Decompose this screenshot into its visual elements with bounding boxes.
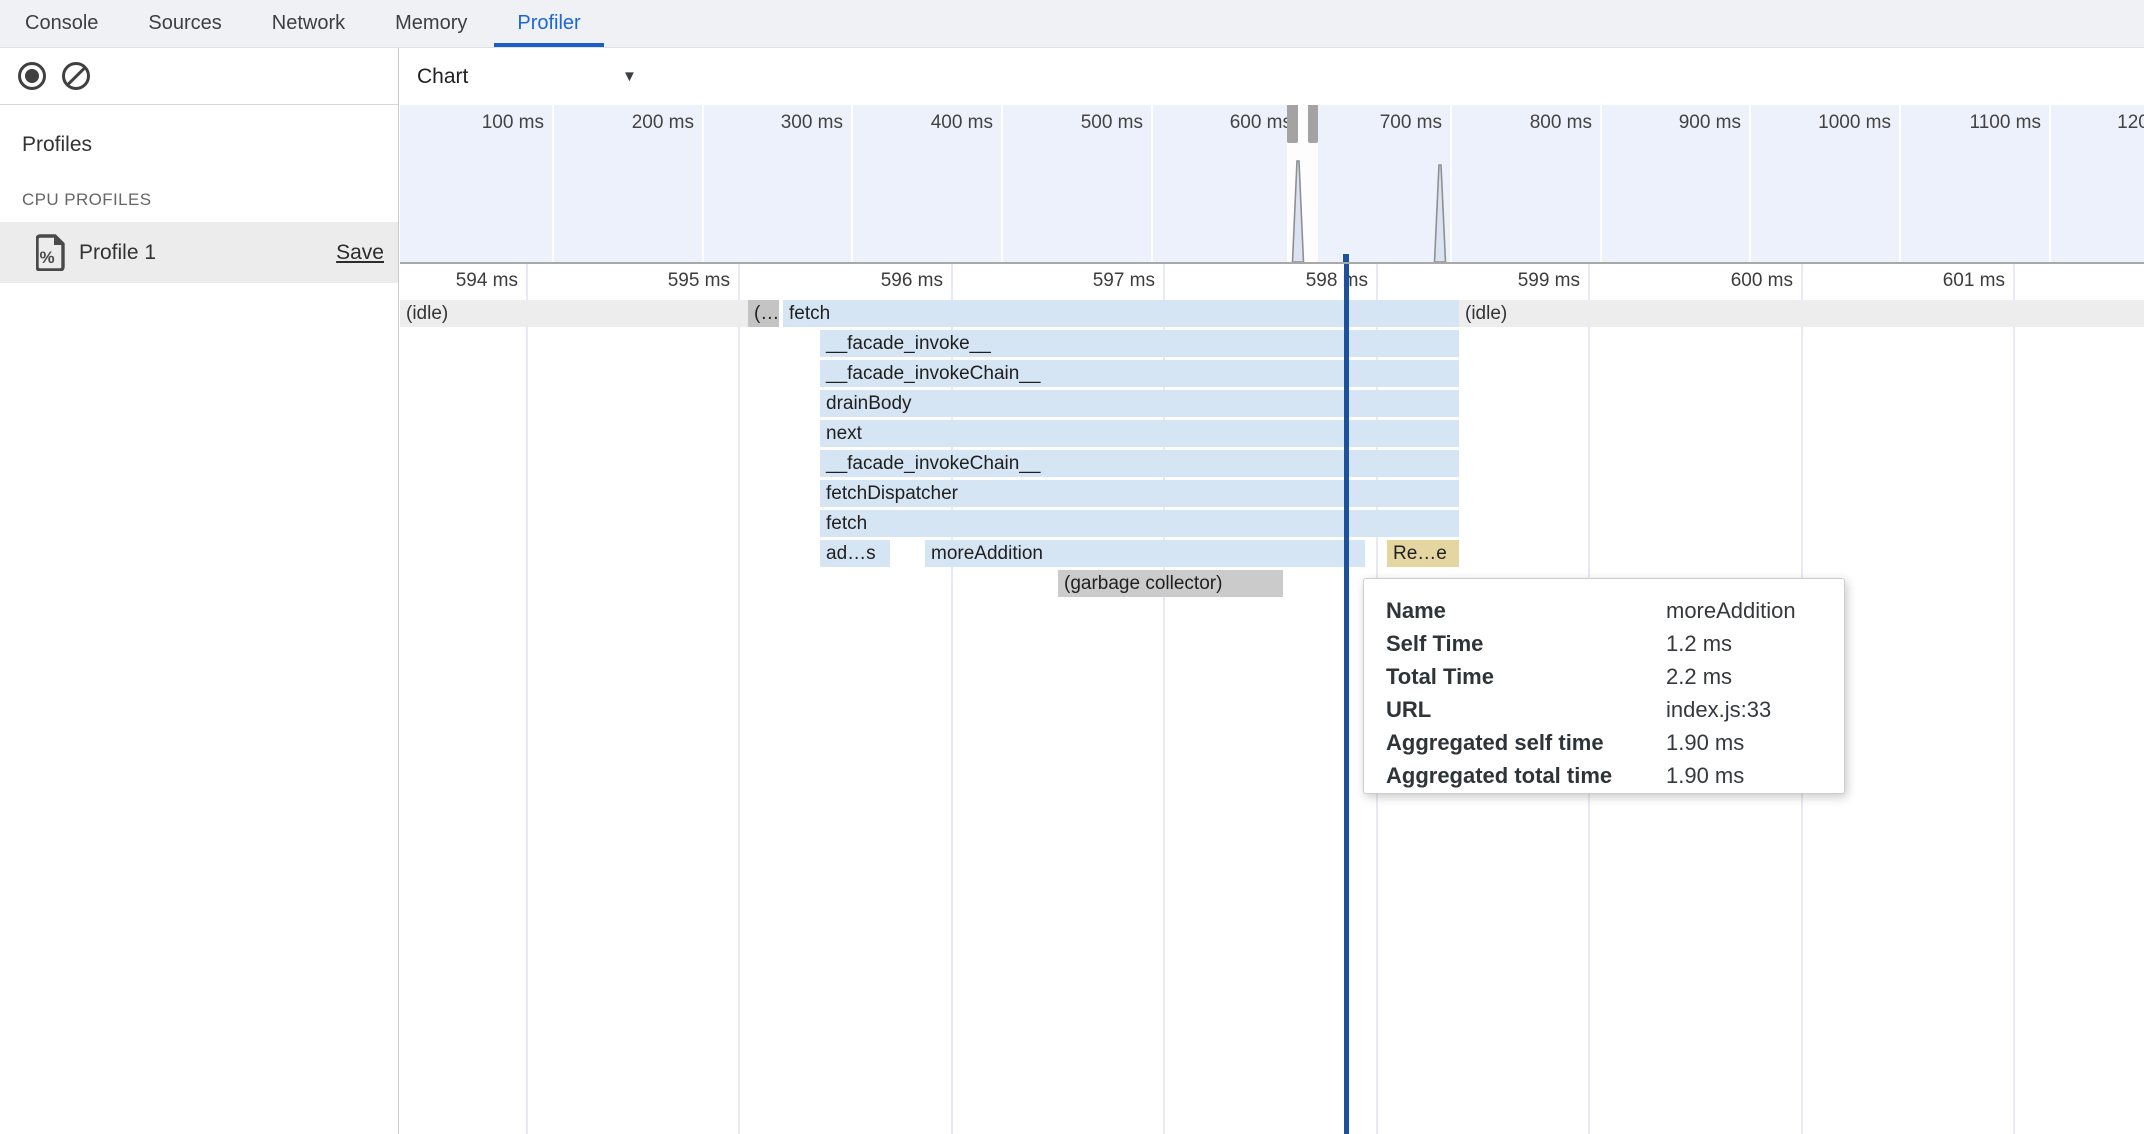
tooltip-label: Aggregated total time: [1386, 759, 1666, 792]
clear-icon[interactable]: [62, 62, 90, 90]
view-mode-row: Chart ▼: [400, 48, 2144, 106]
cpu-activity-spikes: [400, 105, 2144, 262]
flame-chart[interactable]: 594 ms595 ms596 ms597 ms598 ms599 ms600 …: [400, 264, 2144, 1134]
frame-tooltip: NamemoreAdditionSelf Time1.2 msTotal Tim…: [1363, 578, 1845, 794]
flame-bar-facade-invoke[interactable]: __facade_invoke__: [820, 330, 1459, 357]
flame-row: __facade_invokeChain__: [400, 450, 2144, 477]
flame-row: next: [400, 420, 2144, 447]
tab-memory[interactable]: Memory: [372, 0, 490, 47]
tooltip-value: 1.90 ms: [1666, 759, 1744, 792]
flame-bar-ad-s[interactable]: ad…s: [820, 540, 890, 567]
flame-bar-facade-invokechain[interactable]: __facade_invokeChain__: [820, 450, 1459, 477]
tab-console[interactable]: Console: [2, 0, 121, 47]
flame-row: (idle)(…fetch(idle): [400, 300, 2144, 327]
save-profile-link[interactable]: Save: [336, 222, 384, 283]
flame-row: fetchDispatcher: [400, 480, 2144, 507]
flame-row: __facade_invoke__: [400, 330, 2144, 357]
flame-bar-fetch[interactable]: fetch: [783, 300, 1459, 327]
flame-row: drainBody: [400, 390, 2144, 417]
clear-slash: [66, 67, 85, 86]
tooltip-value: moreAddition: [1666, 594, 1796, 627]
flame-bar-idle[interactable]: (idle): [400, 300, 748, 327]
timeline-overview[interactable]: 100 ms200 ms300 ms400 ms500 ms600 ms700 …: [400, 105, 2144, 264]
tooltip-row-self-time: Self Time1.2 ms: [1386, 627, 1844, 660]
cpu-spike: [1293, 161, 1304, 262]
flame-tick-label: 597 ms: [995, 270, 1155, 292]
tooltip-row-url: URLindex.js:33: [1386, 693, 1844, 726]
tooltip-label: Total Time: [1386, 660, 1666, 693]
view-mode-value: Chart: [417, 48, 468, 106]
selection-handle-left[interactable]: [1287, 105, 1298, 143]
flame-tick-label: 596 ms: [783, 270, 943, 292]
tooltip-row-aggregated-self-time: Aggregated self time1.90 ms: [1386, 726, 1844, 759]
tooltip-row-total-time: Total Time2.2 ms: [1386, 660, 1844, 693]
flame-bar-garbage-collector[interactable]: (garbage collector): [1058, 570, 1283, 597]
tooltip-label: Aggregated self time: [1386, 726, 1666, 759]
chevron-down-icon: ▼: [622, 48, 637, 106]
devtools-window: ConsoleSourcesNetworkMemoryProfiler Char…: [0, 0, 2144, 1134]
flame-tick-label: 601 ms: [1845, 270, 2005, 292]
profiles-heading: Profiles: [22, 133, 92, 157]
tooltip-row-name: NamemoreAddition: [1386, 594, 1844, 627]
tooltip-label: Self Time: [1386, 627, 1666, 660]
tab-sources[interactable]: Sources: [125, 0, 244, 47]
playhead-marker-line: [1344, 264, 1349, 1134]
flame-tick-label: 595 ms: [570, 270, 730, 292]
sidebar-item-profile-1[interactable]: % Profile 1 Save: [0, 222, 398, 283]
flame-bar-next[interactable]: next: [820, 420, 1459, 447]
tooltip-value: 1.90 ms: [1666, 726, 1744, 759]
flame-tick-label: 594 ms: [400, 270, 518, 292]
profiler-toolbar: [0, 48, 399, 105]
playhead-nub: [1343, 254, 1349, 262]
tab-network[interactable]: Network: [249, 0, 368, 47]
flame-bar-fetch[interactable]: fetch: [820, 510, 1459, 537]
record-icon[interactable]: [18, 62, 46, 90]
flame-bar-moreaddition[interactable]: moreAddition: [925, 540, 1365, 567]
tab-profiler[interactable]: Profiler: [494, 0, 603, 47]
svg-text:%: %: [39, 248, 54, 267]
tooltip-label: URL: [1386, 693, 1666, 726]
cpu-profiles-section-label: CPU PROFILES: [22, 190, 152, 210]
active-tab-underline-bar: [494, 43, 603, 47]
flame-bar-segment[interactable]: (…: [748, 300, 779, 327]
profile-document-icon: %: [36, 234, 66, 271]
tooltip-label: Name: [1386, 594, 1666, 627]
flame-bar-drainbody[interactable]: drainBody: [820, 390, 1459, 417]
flame-tick-label: 599 ms: [1420, 270, 1580, 292]
flame-row: ad…s moreAddition Re…e: [400, 540, 2144, 567]
flame-bar-fetchdispatcher[interactable]: fetchDispatcher: [820, 480, 1459, 507]
tooltip-value: index.js:33: [1666, 693, 1771, 726]
flame-row: __facade_invokeChain__: [400, 360, 2144, 387]
tooltip-row-aggregated-total-time: Aggregated total time1.90 ms: [1386, 759, 1844, 792]
tooltip-value: 1.2 ms: [1666, 627, 1732, 660]
cpu-spike: [1435, 165, 1446, 262]
flame-tick-label: 600 ms: [1633, 270, 1793, 292]
selection-handle-right[interactable]: [1308, 105, 1318, 143]
record-dot: [25, 69, 39, 83]
flame-bar-facade-invokechain[interactable]: __facade_invokeChain__: [820, 360, 1459, 387]
tab-bar: ConsoleSourcesNetworkMemoryProfiler: [0, 0, 2144, 48]
flame-bar-idle[interactable]: (idle): [1459, 300, 2144, 327]
flame-row: fetch: [400, 510, 2144, 537]
profile-name: Profile 1: [79, 222, 156, 283]
flame-row: (garbage collector): [400, 570, 2144, 597]
flame-bar-re-e[interactable]: Re…e: [1387, 540, 1459, 567]
profiles-sidebar: Profiles CPU PROFILES % Profile 1 Save: [0, 105, 399, 1134]
tooltip-value: 2.2 ms: [1666, 660, 1732, 693]
